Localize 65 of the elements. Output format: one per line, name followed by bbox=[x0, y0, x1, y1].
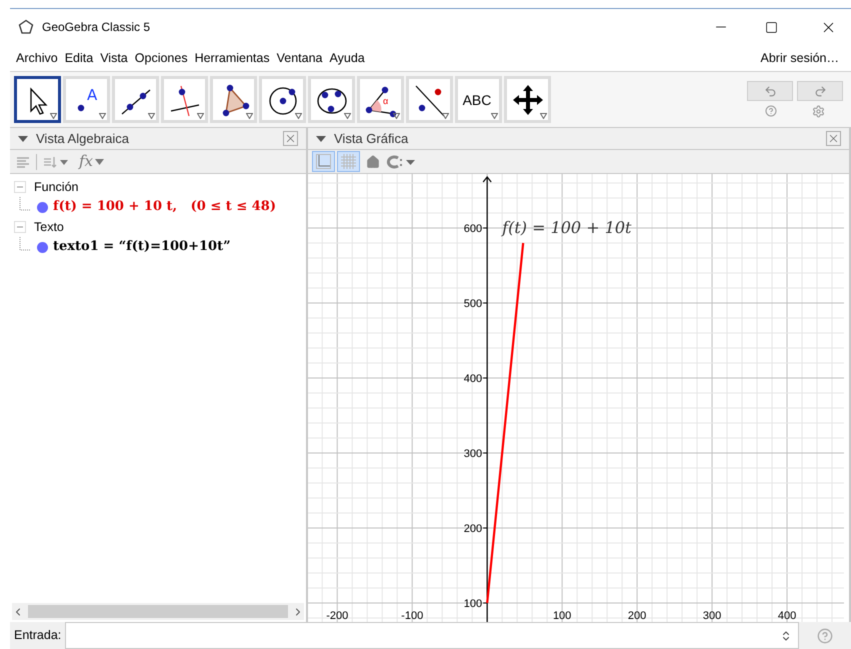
maximize-icon[interactable] bbox=[765, 20, 778, 34]
y-tick-label: 500 bbox=[464, 298, 482, 310]
collapse-icon[interactable] bbox=[14, 221, 26, 233]
x-tick-label: -200 bbox=[326, 610, 348, 622]
fx-button[interactable]: fx bbox=[79, 150, 104, 173]
help-icon[interactable] bbox=[764, 105, 777, 117]
dropdown-triangle-icon bbox=[246, 113, 253, 119]
menu-item[interactable]: Ayuda bbox=[330, 48, 365, 68]
input-field[interactable] bbox=[65, 622, 799, 649]
menu-item[interactable]: Vista bbox=[100, 48, 128, 68]
dropdown-triangle-icon bbox=[99, 113, 106, 119]
dropdown-triangle-icon bbox=[344, 113, 351, 119]
horizontal-scrollbar[interactable] bbox=[12, 603, 304, 620]
dropdown-triangle-icon bbox=[491, 113, 498, 119]
window-title: GeoGebra Classic 5 bbox=[42, 19, 152, 36]
y-tick-label: 600 bbox=[464, 223, 482, 235]
menu-item[interactable]: Edita bbox=[64, 48, 94, 68]
settings-icon[interactable] bbox=[812, 105, 826, 118]
x-tick-label: 400 bbox=[778, 610, 796, 622]
text-tool-label: ABC bbox=[462, 92, 492, 106]
menu-item[interactable]: Opciones bbox=[134, 48, 188, 68]
dropdown-triangle-icon bbox=[442, 113, 449, 119]
dropdown-triangle-icon bbox=[50, 113, 57, 119]
menu-item[interactable]: Herramientas bbox=[194, 48, 270, 68]
sort-icon[interactable] bbox=[43, 154, 69, 168]
algebra-entry[interactable]: f(t) = 100 + 10 t, (0 ≤ t ≤ 48) bbox=[53, 197, 276, 217]
tool-button[interactable] bbox=[14, 76, 61, 123]
grid-toggle[interactable] bbox=[337, 151, 360, 172]
dropdown-triangle-icon bbox=[197, 113, 204, 119]
panel-title: Vista Gráfica bbox=[334, 130, 410, 148]
undo-arrow-icon bbox=[764, 84, 776, 98]
caret-icon[interactable] bbox=[18, 136, 28, 142]
menu-item[interactable]: Archivo bbox=[16, 48, 58, 68]
up-down-icon[interactable] bbox=[780, 630, 792, 642]
axes-toggle[interactable] bbox=[312, 151, 335, 172]
collapse-icon[interactable] bbox=[14, 181, 26, 193]
redo-arrow-icon bbox=[814, 84, 826, 98]
caret-icon[interactable] bbox=[316, 136, 326, 142]
dropdown-triangle-icon bbox=[393, 113, 400, 119]
input-label: Entrada: bbox=[13, 627, 62, 644]
y-tick-label: 300 bbox=[464, 448, 482, 460]
dropdown-triangle-icon bbox=[295, 113, 302, 119]
panel-title: Vista Algebraica bbox=[36, 130, 130, 148]
login-link[interactable]: Abrir sesión… bbox=[760, 48, 839, 68]
y-tick-label: 100 bbox=[464, 598, 482, 610]
menu-item[interactable]: Ventana bbox=[276, 48, 322, 68]
group-heading: Texto bbox=[34, 218, 64, 236]
dropdown-triangle-icon bbox=[148, 113, 155, 119]
function-graph-line[interactable] bbox=[486, 242, 524, 604]
home-icon[interactable] bbox=[366, 154, 380, 168]
caret-icon bbox=[95, 158, 104, 164]
x-tick-label: -100 bbox=[401, 610, 424, 622]
pentagon-logo-icon bbox=[18, 19, 34, 35]
group-heading: Función bbox=[34, 178, 78, 196]
x-tick-label: 100 bbox=[552, 610, 572, 622]
x-tick-label: 300 bbox=[702, 610, 722, 622]
tool-button[interactable]: ABC bbox=[455, 76, 502, 123]
algebra-entry[interactable]: texto1 = “f(t)=100+10t” bbox=[53, 237, 231, 257]
function-label[interactable]: f(t) = 100 + 10t bbox=[502, 218, 632, 237]
dropdown-triangle-icon bbox=[540, 113, 547, 119]
graph-canvas[interactable]: 100 200 300 400 500 600 -200 -100 100 200 300 400 f(t) = 100 + 10t bbox=[308, 174, 844, 622]
x-tick-label: 200 bbox=[628, 610, 646, 622]
y-tick-label: 400 bbox=[464, 373, 482, 385]
y-tick-label: 200 bbox=[464, 523, 482, 535]
capture-icon[interactable] bbox=[386, 154, 416, 168]
